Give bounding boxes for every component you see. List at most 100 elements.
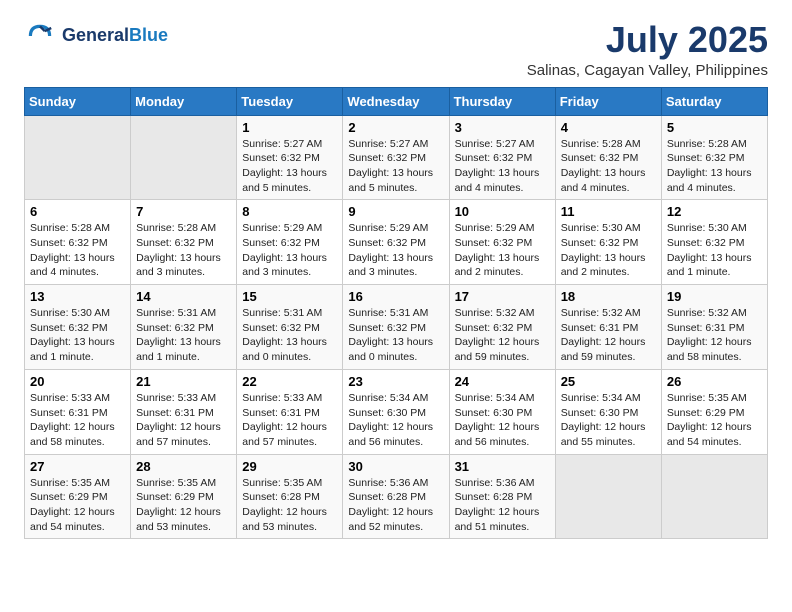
cell-info: Sunrise: 5:30 AMSunset: 6:32 PMDaylight:… <box>561 221 656 280</box>
cell-day-number: 1 <box>242 120 337 135</box>
cell-day-number: 31 <box>455 459 550 474</box>
logo-icon <box>24 20 56 52</box>
cell-info: Sunrise: 5:27 AMSunset: 6:32 PMDaylight:… <box>242 137 337 196</box>
calendar-cell: 23 Sunrise: 5:34 AMSunset: 6:30 PMDayligh… <box>343 369 449 454</box>
calendar-cell: 13Sunrise: 5:30 AMSunset: 6:32 PMDayligh… <box>25 285 131 370</box>
cell-info: Sunrise: 5:35 AMSunset: 6:29 PMDaylight:… <box>667 391 762 450</box>
calendar-cell: 27Sunrise: 5:35 AMSunset: 6:29 PMDayligh… <box>25 454 131 539</box>
calendar-cell: 17 Sunrise: 5:32 AMSunset: 6:32 PMDayligh… <box>449 285 555 370</box>
logo-text: GeneralBlue <box>62 26 168 46</box>
calendar-cell: 21 Sunrise: 5:33 AMSunset: 6:31 PMDayligh… <box>131 369 237 454</box>
cell-day-number: 30 <box>348 459 443 474</box>
cell-day-number: 28 <box>136 459 231 474</box>
calendar-cell: 10Sunrise: 5:29 AMSunset: 6:32 PMDayligh… <box>449 200 555 285</box>
cell-day-number: 4 <box>561 120 656 135</box>
cell-info: Sunrise: 5:31 AMSunset: 6:32 PMDaylight:… <box>348 306 443 365</box>
calendar-cell: 29 Sunrise: 5:35 AMSunset: 6:28 PMDayligh… <box>237 454 343 539</box>
cell-day-number: 22 <box>242 374 337 389</box>
calendar-cell: 9Sunrise: 5:29 AMSunset: 6:32 PMDaylight… <box>343 200 449 285</box>
cell-info: Sunrise: 5:28 AMSunset: 6:32 PMDaylight:… <box>667 137 762 196</box>
cell-day-number: 8 <box>242 204 337 219</box>
calendar-cell: 14 Sunrise: 5:31 AMSunset: 6:32 PMDayligh… <box>131 285 237 370</box>
cell-day-number: 25 <box>561 374 656 389</box>
calendar-cell: 15 Sunrise: 5:31 AMSunset: 6:32 PMDayligh… <box>237 285 343 370</box>
title-block: July 2025 Salinas, Cagayan Valley, Phili… <box>527 20 768 79</box>
subtitle: Salinas, Cagayan Valley, Philippines <box>527 62 768 79</box>
cell-day-number: 15 <box>242 289 337 304</box>
cell-info: Sunrise: 5:32 AMSunset: 6:32 PMDaylight:… <box>455 306 550 365</box>
weekday-header-wednesday: Wednesday <box>343 87 449 115</box>
calendar-week-4: 20Sunrise: 5:33 AMSunset: 6:31 PMDayligh… <box>25 369 768 454</box>
calendar-cell: 24 Sunrise: 5:34 AMSunset: 6:30 PMDayligh… <box>449 369 555 454</box>
cell-info: Sunrise: 5:29 AMSunset: 6:32 PMDaylight:… <box>242 221 337 280</box>
cell-info: Sunrise: 5:29 AMSunset: 6:32 PMDaylight:… <box>348 221 443 280</box>
calendar-cell: 20Sunrise: 5:33 AMSunset: 6:31 PMDayligh… <box>25 369 131 454</box>
cell-day-number: 11 <box>561 204 656 219</box>
calendar: SundayMondayTuesdayWednesdayThursdayFrid… <box>24 87 768 540</box>
cell-day-number: 2 <box>348 120 443 135</box>
calendar-cell: 3Sunrise: 5:27 AMSunset: 6:32 PMDaylight… <box>449 115 555 200</box>
cell-info: Sunrise: 5:34 AMSunset: 6:30 PMDaylight:… <box>455 391 550 450</box>
cell-day-number: 17 <box>455 289 550 304</box>
calendar-cell <box>131 115 237 200</box>
cell-day-number: 27 <box>30 459 125 474</box>
cell-day-number: 10 <box>455 204 550 219</box>
calendar-cell: 2 Sunrise: 5:27 AMSunset: 6:32 PMDaylight… <box>343 115 449 200</box>
cell-info: Sunrise: 5:34 AMSunset: 6:30 PMDaylight:… <box>348 391 443 450</box>
cell-info: Sunrise: 5:31 AMSunset: 6:32 PMDaylight:… <box>136 306 231 365</box>
calendar-cell: 28 Sunrise: 5:35 AMSunset: 6:29 PMDayligh… <box>131 454 237 539</box>
cell-info: Sunrise: 5:35 AMSunset: 6:28 PMDaylight:… <box>242 476 337 535</box>
calendar-cell: 26 Sunrise: 5:35 AMSunset: 6:29 PMDayligh… <box>661 369 767 454</box>
cell-info: Sunrise: 5:27 AMSunset: 6:32 PMDaylight:… <box>348 137 443 196</box>
cell-info: Sunrise: 5:30 AMSunset: 6:32 PMDaylight:… <box>667 221 762 280</box>
weekday-header-monday: Monday <box>131 87 237 115</box>
cell-info: Sunrise: 5:35 AMSunset: 6:29 PMDaylight:… <box>136 476 231 535</box>
cell-day-number: 12 <box>667 204 762 219</box>
cell-day-number: 16 <box>348 289 443 304</box>
calendar-week-3: 13Sunrise: 5:30 AMSunset: 6:32 PMDayligh… <box>25 285 768 370</box>
weekday-header-saturday: Saturday <box>661 87 767 115</box>
calendar-cell: 5 Sunrise: 5:28 AMSunset: 6:32 PMDaylight… <box>661 115 767 200</box>
cell-info: Sunrise: 5:36 AMSunset: 6:28 PMDaylight:… <box>455 476 550 535</box>
calendar-week-5: 27 Sunrise: 5:35 AMSunset: 6:29 PMDayligh… <box>25 454 768 539</box>
cell-day-number: 19 <box>667 289 762 304</box>
calendar-cell: 8 Sunrise: 5:29 AMSunset: 6:32 PMDaylight… <box>237 200 343 285</box>
cell-day-number: 18 <box>561 289 656 304</box>
cell-day-number: 26 <box>667 374 762 389</box>
cell-day-number: 7 <box>136 204 231 219</box>
cell-info: Sunrise: 5:28 AMSunset: 6:32 PMDaylight:… <box>136 221 231 280</box>
cell-info: Sunrise: 5:31 AMSunset: 6:32 PMDaylight:… <box>242 306 337 365</box>
calendar-week-1: 1 Sunrise: 5:27 AMSunset: 6:32 PMDaylight… <box>25 115 768 200</box>
cell-info: Sunrise: 5:28 AMSunset: 6:32 PMDaylight:… <box>561 137 656 196</box>
calendar-cell: 19 Sunrise: 5:32 AMSunset: 6:31 PMDayligh… <box>661 285 767 370</box>
cell-day-number: 23 <box>348 374 443 389</box>
cell-info: Sunrise: 5:27 AMSunset: 6:32 PMDaylight:… <box>455 137 550 196</box>
cell-info: Sunrise: 5:33 AMSunset: 6:31 PMDaylight:… <box>136 391 231 450</box>
calendar-cell: 1 Sunrise: 5:27 AMSunset: 6:32 PMDaylight… <box>237 115 343 200</box>
cell-info: Sunrise: 5:33 AMSunset: 6:31 PMDaylight:… <box>242 391 337 450</box>
cell-info: Sunrise: 5:28 AMSunset: 6:32 PMDaylight:… <box>30 221 125 280</box>
cell-day-number: 14 <box>136 289 231 304</box>
calendar-week-2: 6 Sunrise: 5:28 AMSunset: 6:32 PMDaylight… <box>25 200 768 285</box>
main-title: July 2025 <box>527 20 768 60</box>
calendar-cell <box>661 454 767 539</box>
cell-day-number: 24 <box>455 374 550 389</box>
cell-day-number: 5 <box>667 120 762 135</box>
cell-day-number: 13 <box>30 289 125 304</box>
cell-info: Sunrise: 5:36 AMSunset: 6:28 PMDaylight:… <box>348 476 443 535</box>
cell-info: Sunrise: 5:33 AMSunset: 6:31 PMDaylight:… <box>30 391 125 450</box>
calendar-cell <box>555 454 661 539</box>
calendar-cell: 11 Sunrise: 5:30 AMSunset: 6:32 PMDayligh… <box>555 200 661 285</box>
cell-info: Sunrise: 5:34 AMSunset: 6:30 PMDaylight:… <box>561 391 656 450</box>
cell-info: Sunrise: 5:32 AMSunset: 6:31 PMDaylight:… <box>667 306 762 365</box>
calendar-cell: 4 Sunrise: 5:28 AMSunset: 6:32 PMDaylight… <box>555 115 661 200</box>
calendar-cell: 12 Sunrise: 5:30 AMSunset: 6:32 PMDayligh… <box>661 200 767 285</box>
cell-info: Sunrise: 5:32 AMSunset: 6:31 PMDaylight:… <box>561 306 656 365</box>
weekday-header-thursday: Thursday <box>449 87 555 115</box>
calendar-cell <box>25 115 131 200</box>
cell-day-number: 21 <box>136 374 231 389</box>
calendar-cell: 30 Sunrise: 5:36 AMSunset: 6:28 PMDayligh… <box>343 454 449 539</box>
calendar-cell: 6 Sunrise: 5:28 AMSunset: 6:32 PMDaylight… <box>25 200 131 285</box>
cell-day-number: 6 <box>30 204 125 219</box>
cell-day-number: 29 <box>242 459 337 474</box>
